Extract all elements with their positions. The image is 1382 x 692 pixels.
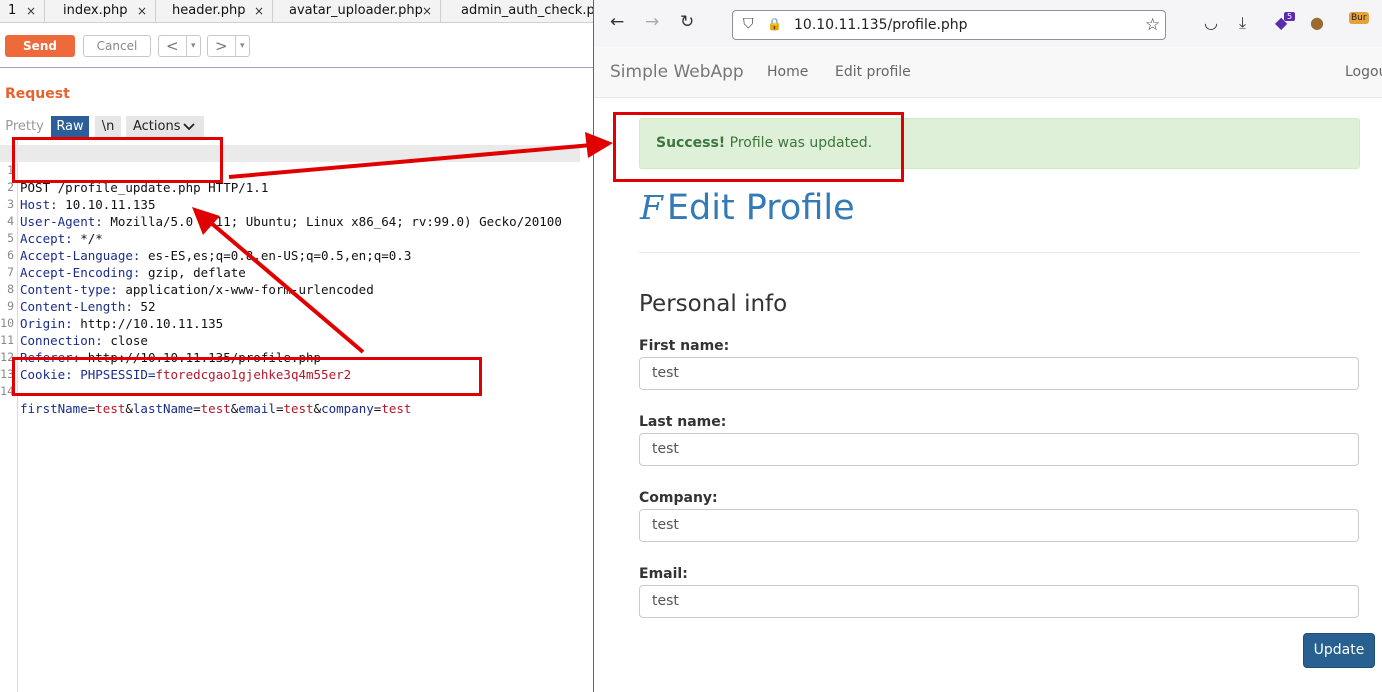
header-line: 5 Accept-Language: es-ES,es;q=0.8,en-US;…: [0, 213, 580, 263]
extension-badge: 5: [1284, 12, 1296, 21]
file-tab-label: admin_auth_check.ph: [461, 3, 593, 18]
param-value: test: [95, 401, 126, 416]
file-tab-index[interactable]: index.php ×: [45, 0, 156, 22]
header-line: 9 Origin: http://10.10.11.135: [0, 281, 580, 331]
email-label: Email:: [639, 566, 688, 582]
repeater-toolbar: Send Cancel < ▾ > ▾: [0, 30, 593, 62]
title-glyph-icon: F: [640, 188, 663, 227]
request-body: firstName=test&lastName=test&email=test&…: [20, 400, 411, 417]
file-tab-1[interactable]: 1 ×: [0, 0, 45, 22]
param-value: test: [381, 401, 412, 416]
nav-home-link[interactable]: Home: [767, 64, 808, 80]
header-line: 7 Content-type: application/x-www-form-u…: [0, 247, 580, 297]
param-sep: &: [125, 401, 133, 416]
chevron-right-icon: >: [215, 37, 228, 55]
page-title: F Edit Profile: [640, 188, 855, 228]
header-line: 4 Accept: */*: [0, 196, 580, 246]
section-title: Personal info: [639, 291, 788, 317]
actions-menu[interactable]: Actions: [126, 116, 204, 137]
title-divider: [639, 252, 1360, 253]
pocket-icon[interactable]: ◡: [1204, 13, 1218, 32]
param-value: test: [283, 401, 314, 416]
forward-arrow-icon[interactable]: →: [645, 12, 659, 32]
nav-edit-profile-link[interactable]: Edit profile: [835, 64, 911, 80]
proxy-panel: 1 × index.php × header.php × avatar_uplo…: [0, 0, 593, 692]
file-tab-avatar-uploader[interactable]: avatar_uploader.php ×: [273, 0, 441, 22]
reload-icon[interactable]: ↻: [680, 12, 694, 32]
param-name: email: [238, 401, 276, 416]
annotation-box-request-line: [12, 137, 223, 183]
file-tab-label: index.php: [63, 3, 128, 18]
file-tab-bar: 1 × index.php × header.php × avatar_uplo…: [0, 0, 593, 23]
chevron-down-icon[interactable]: ▾: [186, 36, 196, 56]
company-value: test: [652, 517, 679, 533]
navbar-brand[interactable]: Simple WebApp: [610, 62, 744, 82]
tab-newline[interactable]: \n: [95, 116, 121, 137]
download-icon[interactable]: ⤓: [1239, 13, 1246, 33]
insecure-lock-icon[interactable]: 🔒: [767, 17, 782, 31]
company-label: Company:: [639, 490, 718, 506]
close-icon[interactable]: ×: [254, 0, 264, 22]
panel-divider: [0, 67, 593, 68]
header-line: 11 Referer: http://10.10.11.135/profile.…: [0, 315, 580, 365]
url-bar[interactable]: ⛉ 🔒 10.10.11.135/profile.php ☆: [732, 10, 1166, 40]
browser-toolbar: ← → ↻ ⛉ 🔒 10.10.11.135/profile.php ☆ ◡ ⤓…: [594, 0, 1382, 48]
header-line: 10 Connection: close: [0, 298, 580, 348]
nav-logout-link[interactable]: Logou: [1345, 64, 1382, 80]
send-button[interactable]: Send: [5, 35, 75, 57]
shield-icon[interactable]: ⛉: [743, 16, 754, 32]
email-input[interactable]: test: [639, 585, 1359, 618]
chevron-down-icon[interactable]: ▾: [235, 36, 245, 56]
history-back-button[interactable]: < ▾: [158, 35, 201, 57]
close-icon[interactable]: ×: [422, 0, 432, 22]
file-tab-header[interactable]: header.php ×: [156, 0, 273, 22]
annotation-box-body: [12, 357, 482, 396]
update-button[interactable]: Update: [1303, 633, 1375, 668]
page-title-text: Edit Profile: [666, 188, 855, 228]
param-value: test: [200, 401, 231, 416]
first-name-value: test: [652, 365, 679, 381]
url-text[interactable]: 10.10.11.135/profile.php: [794, 17, 968, 33]
header-line: 8 Content-Length: 52: [0, 264, 580, 314]
file-tab-label: header.php: [172, 3, 246, 18]
param-eq: =: [193, 401, 201, 416]
last-name-value: test: [652, 441, 679, 457]
first-name-label: First name:: [639, 338, 730, 354]
file-tab-label: 1: [8, 3, 17, 18]
request-title: Request: [5, 86, 70, 102]
file-tab-admin-auth-check[interactable]: admin_auth_check.ph: [441, 0, 593, 22]
back-arrow-icon[interactable]: ←: [610, 12, 624, 32]
chevron-left-icon: <: [166, 37, 179, 55]
header-line: 6 Accept-Encoding: gzip, deflate: [0, 230, 580, 280]
burp-extension-icon[interactable]: Bur: [1349, 12, 1369, 24]
app-navbar: Simple WebApp Home Edit profile Logou: [594, 47, 1382, 98]
param-name: firstName: [20, 401, 88, 416]
cookie-extension-icon[interactable]: ●: [1310, 13, 1324, 32]
file-tab-label: avatar_uploader.php: [289, 3, 423, 18]
param-sep: &: [313, 401, 322, 416]
last-name-input[interactable]: test: [639, 433, 1359, 466]
tab-pretty[interactable]: Pretty: [0, 116, 49, 137]
chevron-down-icon: [183, 123, 195, 131]
history-forward-button[interactable]: > ▾: [207, 35, 250, 57]
last-name-label: Last name:: [639, 414, 727, 430]
cancel-button[interactable]: Cancel: [83, 35, 151, 57]
company-input[interactable]: test: [639, 509, 1359, 542]
close-icon[interactable]: ×: [26, 0, 36, 22]
email-value: test: [652, 593, 679, 609]
actions-label: Actions: [133, 119, 181, 134]
close-icon[interactable]: ×: [137, 0, 147, 22]
annotation-box-alert: [613, 112, 904, 182]
browser-window: ← → ↻ ⛉ 🔒 10.10.11.135/profile.php ☆ ◡ ⤓…: [593, 0, 1382, 692]
bookmark-star-icon[interactable]: ☆: [1145, 15, 1160, 35]
param-name: company: [321, 401, 374, 416]
first-name-input[interactable]: test: [639, 357, 1359, 390]
param-name: lastName: [132, 401, 194, 416]
header-line: 12 Cookie: PHPSESSID=ftoredcgao1gjehke3q…: [0, 332, 580, 382]
tab-raw[interactable]: Raw: [51, 116, 89, 137]
